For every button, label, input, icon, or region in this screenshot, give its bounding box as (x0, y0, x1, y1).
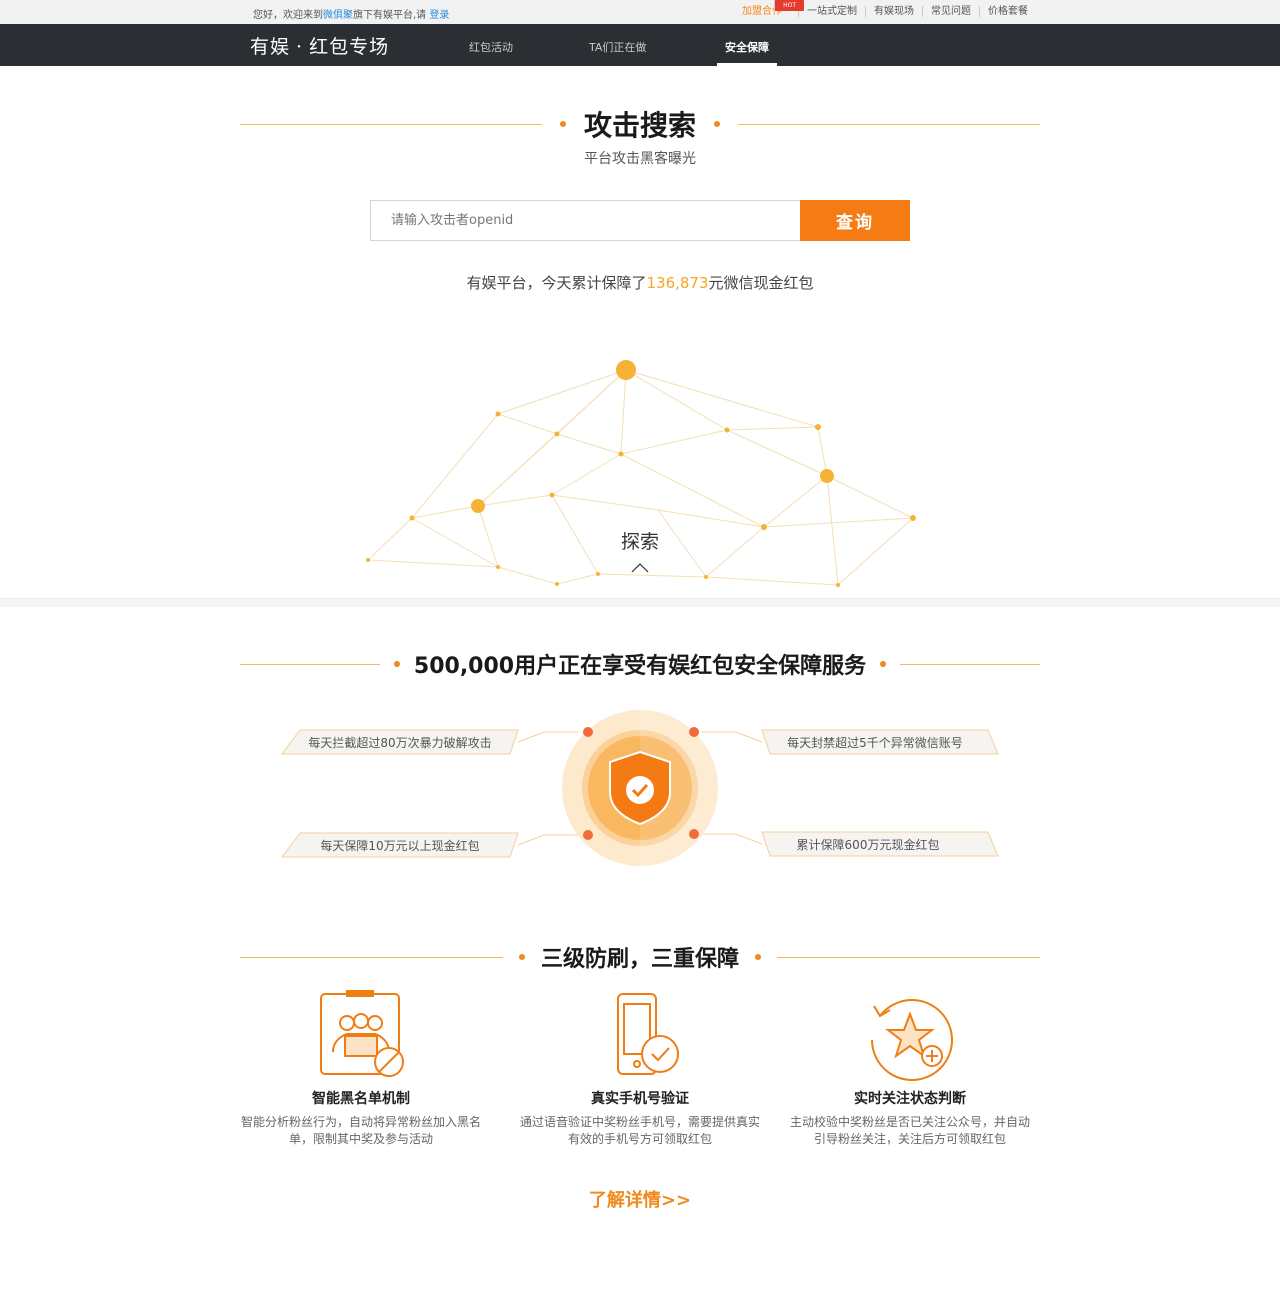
protection-title: 三级防刷，三重保障 (541, 947, 740, 972)
phone-check-icon (617, 993, 679, 1075)
feature-label: 每天拦截超过80万次暴力破解攻击 (308, 736, 492, 750)
top-link-faq[interactable]: 常见问题 (922, 6, 979, 17)
welcome-prefix: 您好，欢迎来到 (253, 10, 323, 21)
item-title: 实时关注状态判断 (854, 1091, 966, 1107)
stat-prefix: 有娱平台，今天累计保障了 (466, 274, 647, 292)
divider-line (777, 956, 1041, 958)
divider-line (738, 123, 1041, 125)
explore-label[interactable]: 探索 (0, 527, 1280, 554)
tab-they-are-doing[interactable]: TA们正在做 (589, 39, 646, 66)
welcome-text: 您好，欢迎来到微俱聚旗下有娱平台,请 登录 (253, 6, 449, 21)
top-link-join[interactable]: 加盟合作 HOT (726, 0, 804, 17)
stat-number: 136,873 (646, 274, 709, 292)
feature-label: 每天封禁超过5千个异常微信账号 (787, 736, 963, 750)
service-title: 500,000用户正在享受有娱红包安全保障服务 (413, 654, 867, 679)
hot-badge: HOT (774, 0, 804, 11)
divider-line (240, 123, 542, 125)
divider-line (240, 956, 503, 958)
divider-dot (393, 661, 400, 667)
divider-dot (880, 661, 887, 667)
logo-brand: 有娱 (250, 36, 291, 58)
brand-link[interactable]: 微俱聚 (323, 10, 353, 21)
protection-item: 智能黑名单机制 智能分析粉丝行为，自动将异常粉丝加入黑名单，限制其中奖及参与活动 (236, 990, 486, 1148)
search-title: 攻击搜索 (584, 109, 697, 142)
divider-line (900, 663, 1040, 665)
item-title: 真实手机号验证 (591, 1091, 689, 1107)
main-nav: 有娱 · 红包专场 红包活动 TA们正在做 安全保障 (0, 24, 1280, 66)
top-links: 加盟合作 HOT 一站式定制 有娱现场 常见问题 价格套餐 (726, 0, 1036, 17)
logo-title: 红包专场 (309, 36, 390, 58)
item-title: 智能黑名单机制 (312, 1091, 410, 1107)
chevron-up-icon[interactable] (631, 563, 649, 573)
section-divider (0, 598, 1280, 607)
stat-suffix: 元微信现金红包 (708, 274, 814, 292)
protection-title-row: 三级防刷，三重保障 (240, 941, 1041, 973)
divider-dot (714, 121, 721, 127)
logo-dot: · (296, 36, 304, 58)
blacklist-users-icon (320, 990, 404, 1077)
divider-dot (519, 954, 525, 960)
divider-dot (755, 954, 762, 960)
protection-stat: 有娱平台，今天累计保障了136,873元微信现金红包 (0, 272, 1280, 293)
star-follow-icon (871, 999, 953, 1081)
welcome-suffix: 旗下有娱平台,请 (353, 10, 427, 21)
query-button[interactable]: 查询 (800, 200, 910, 241)
protection-item: 真实手机号验证 通过语音验证中奖粉丝手机号，需要提供真实有效的手机号方可领取红包 (515, 990, 765, 1148)
protection-item: 实时关注状态判断 主动校验中奖粉丝是否已关注公众号，并自动引导粉丝关注，关注后方… (785, 990, 1035, 1148)
top-link-custom[interactable]: 一站式定制 (798, 6, 865, 17)
learn-more-link[interactable]: 了解详情>> (0, 1186, 1280, 1212)
item-description: 通过语音验证中奖粉丝手机号，需要提供真实有效的手机号方可领取红包 (519, 1115, 760, 1146)
top-link-live[interactable]: 有娱现场 (865, 6, 922, 17)
logo[interactable]: 有娱 · 红包专场 (250, 32, 389, 59)
item-description: 智能分析粉丝行为，自动将异常粉丝加入黑名单，限制其中奖及参与活动 (240, 1115, 481, 1146)
tab-security[interactable]: 安全保障 (717, 39, 777, 66)
service-title-row: 500,000用户正在享受有娱红包安全保障服务 (240, 648, 1040, 680)
feature-label: 累计保障600万元现金红包 (796, 838, 940, 852)
openid-search-input[interactable] (370, 200, 801, 241)
tab-redpacket-activity[interactable]: 红包活动 (469, 39, 513, 66)
search-title-row: 攻击搜索 (240, 104, 1041, 144)
feature-label: 每天保障10万元以上现金红包 (320, 839, 480, 853)
search-subtitle: 平台攻击黑客曝光 (584, 151, 696, 167)
top-link-pricing[interactable]: 价格套餐 (979, 6, 1036, 17)
item-description: 主动校验中奖粉丝是否已关注公众号，并自动引导粉丝关注，关注后方可领取红包 (789, 1115, 1030, 1146)
divider-dot (560, 121, 566, 127)
login-link[interactable]: 登录 (429, 10, 449, 21)
divider-line (240, 663, 380, 665)
top-bar: 您好，欢迎来到微俱聚旗下有娱平台,请 登录 加盟合作 HOT 一站式定制 有娱现场… (0, 0, 1280, 24)
